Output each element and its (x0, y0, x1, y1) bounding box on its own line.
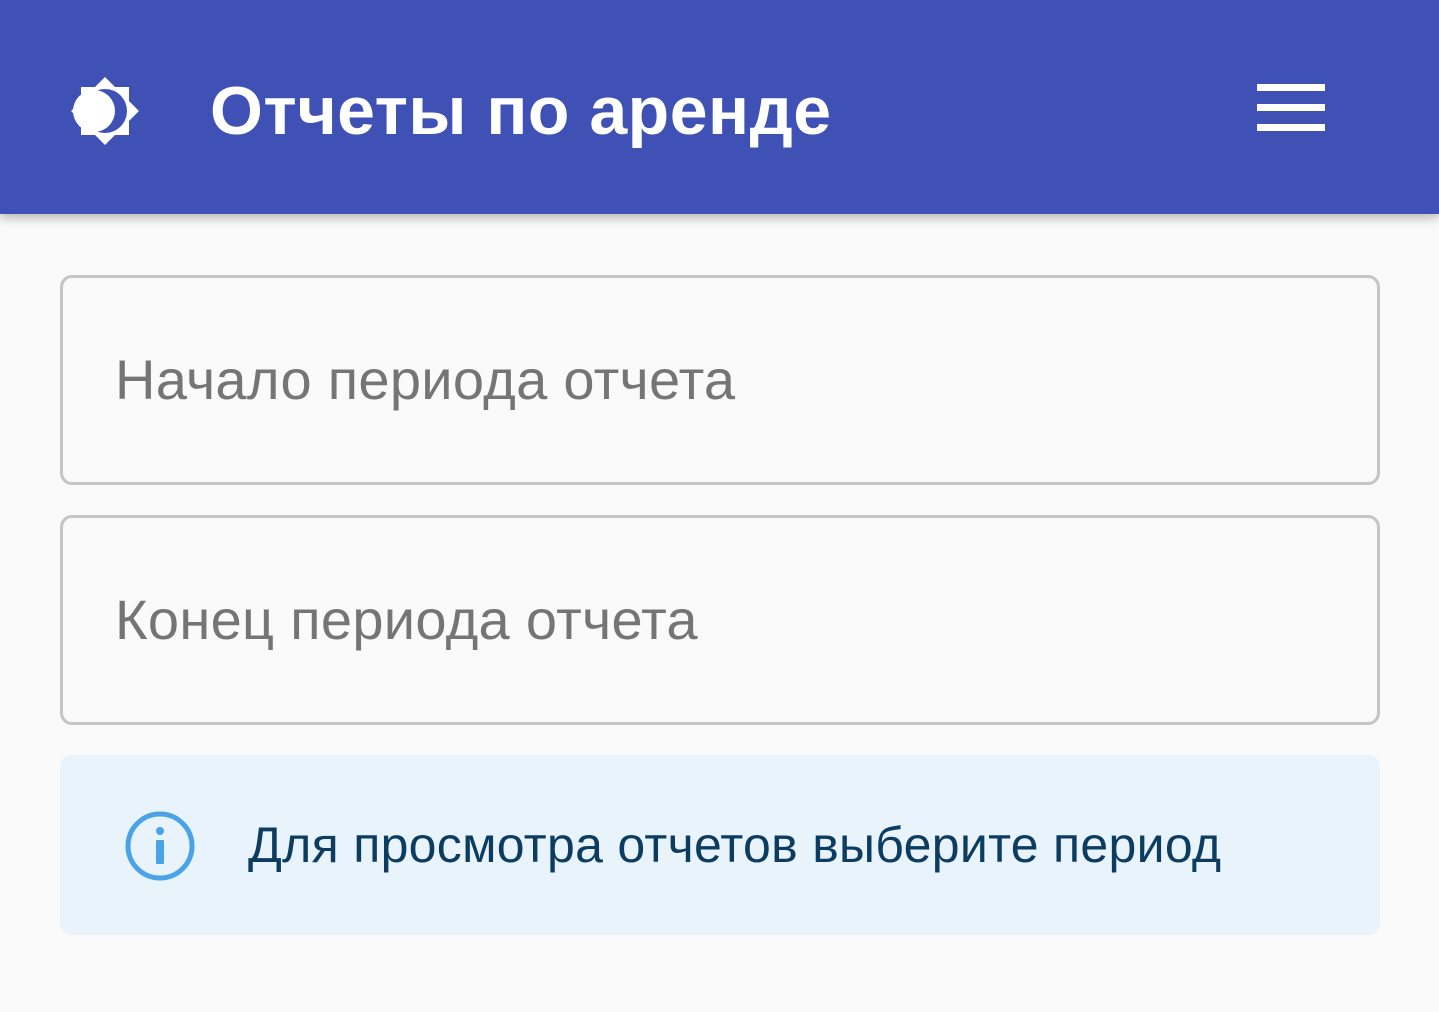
app-bar: Отчеты по аренде (0, 0, 1439, 214)
info-icon (124, 810, 196, 882)
start-date-placeholder: Начало периода отчета (115, 348, 736, 411)
page-title: Отчеты по аренде (210, 73, 832, 149)
start-date-field[interactable]: Начало периода отчета (60, 275, 1380, 485)
menu-button[interactable] (1244, 70, 1338, 150)
hamburger-menu-icon (1256, 82, 1326, 139)
info-alert-text: Для просмотра отчетов выберите период (248, 817, 1222, 873)
theme-toggle-button[interactable] (58, 64, 152, 158)
report-form: Начало периода отчета Конец периода отче… (60, 275, 1380, 935)
info-alert: Для просмотра отчетов выберите период (60, 755, 1380, 935)
brightness-icon (60, 66, 150, 156)
end-date-field[interactable]: Конец периода отчета (60, 515, 1380, 725)
end-date-placeholder: Конец периода отчета (115, 588, 698, 651)
app-root: Отчеты по аренде Начало периода отчета К… (0, 0, 1439, 1012)
